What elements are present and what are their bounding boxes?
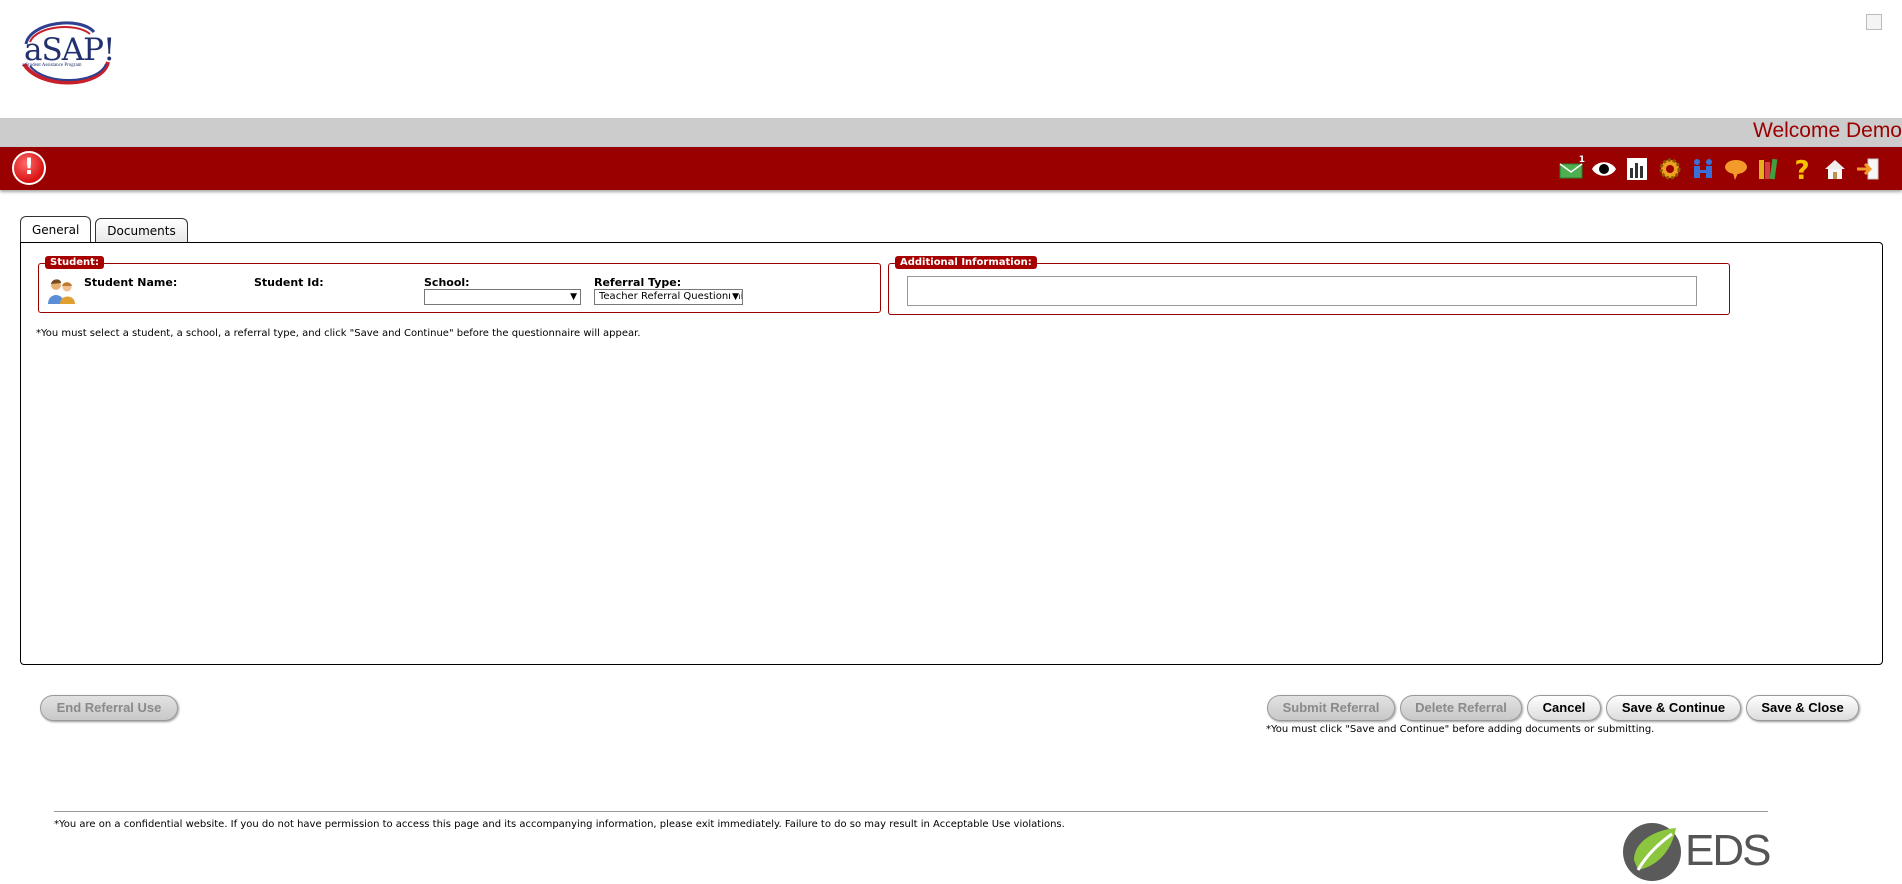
- welcome-bar: [0, 118, 1902, 147]
- mail-icon[interactable]: 1: [1557, 155, 1585, 183]
- home-icon[interactable]: [1821, 155, 1849, 183]
- additional-info-legend: Additional Information:: [895, 256, 1037, 269]
- tab-panel-general: Student: Student Name: Student Id: Schoo…: [20, 242, 1883, 665]
- tab-strip: General Documents: [20, 216, 188, 243]
- main-toolbar: ! 1 ?: [0, 147, 1902, 190]
- additional-info-input[interactable]: [907, 276, 1697, 306]
- referral-type-label: Referral Type:: [594, 276, 682, 289]
- student-name-label: Student Name:: [84, 276, 178, 289]
- students-icon: [48, 279, 75, 304]
- school-select[interactable]: ▼: [424, 289, 581, 305]
- cancel-button[interactable]: Cancel: [1527, 695, 1601, 721]
- eye-icon[interactable]: [1590, 155, 1618, 183]
- books-icon[interactable]: [1755, 155, 1783, 183]
- school-label: School:: [424, 276, 470, 289]
- additional-info-fieldset: Additional Information:: [888, 256, 1730, 315]
- asap-logo: aSAP! a Student Assistance Program: [20, 14, 115, 88]
- eds-logo: EDS: [1620, 820, 1771, 884]
- tab-general[interactable]: General: [20, 216, 92, 243]
- chat-icon[interactable]: [1722, 155, 1750, 183]
- student-legend: Student:: [45, 256, 104, 269]
- toolbar-icons: 1 ?: [1557, 154, 1882, 184]
- people-icon[interactable]: [1689, 155, 1717, 183]
- confidential-notice: *You are on a confidential website. If y…: [54, 819, 1065, 830]
- svg-text:?: ?: [1794, 156, 1809, 182]
- select-requirement-note: *You must select a student, a school, a …: [36, 328, 641, 339]
- chart-icon[interactable]: [1623, 155, 1651, 183]
- save-requirement-note: *You must click "Save and Continue" befo…: [1266, 724, 1655, 735]
- help-icon[interactable]: ?: [1788, 155, 1816, 183]
- save-close-button[interactable]: Save & Close: [1746, 695, 1859, 721]
- student-fieldset: Student: Student Name: Student Id: Schoo…: [38, 256, 881, 313]
- end-referral-use-button[interactable]: End Referral Use: [40, 695, 178, 721]
- tab-documents[interactable]: Documents: [95, 218, 188, 243]
- welcome-text: Welcome Demo: [1753, 119, 1902, 142]
- chevron-down-icon: ▼: [568, 290, 577, 304]
- save-continue-button[interactable]: Save & Continue: [1606, 695, 1741, 721]
- mail-badge: 1: [1578, 155, 1585, 165]
- alert-icon[interactable]: !: [12, 151, 46, 185]
- footer-divider: [54, 811, 1768, 812]
- referral-type-value: Teacher Referral Questionnaire: [599, 291, 743, 302]
- broken-image-icon: [1866, 14, 1882, 30]
- eds-logo-text: EDS: [1685, 826, 1771, 875]
- logo-subtitle: a Student Assistance Program: [22, 63, 82, 68]
- chevron-down-icon: ▼: [730, 290, 739, 304]
- delete-referral-button[interactable]: Delete Referral: [1400, 695, 1522, 721]
- referral-type-select[interactable]: Teacher Referral Questionnaire ▼: [594, 289, 743, 305]
- submit-referral-button[interactable]: Submit Referral: [1267, 695, 1395, 721]
- exit-icon[interactable]: [1854, 155, 1882, 183]
- gear-icon[interactable]: [1656, 155, 1684, 183]
- eds-leaf-icon: [1623, 823, 1681, 881]
- student-id-label: Student Id:: [254, 276, 324, 289]
